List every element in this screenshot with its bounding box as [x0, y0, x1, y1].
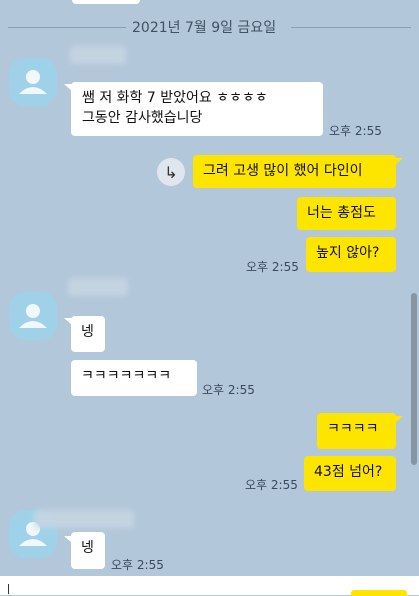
message-text: 43점 넘어? [314, 464, 383, 480]
sender-name [68, 278, 128, 296]
previous-message-bubble [72, 0, 140, 4]
avatar[interactable] [9, 58, 57, 106]
message-text: 넹 [81, 324, 94, 340]
input-cursor [8, 584, 9, 594]
reply-arrow-icon: ↳ [164, 162, 178, 182]
sender-name [70, 46, 126, 64]
message-time: 오후 2:55 [246, 260, 299, 274]
date-divider-line-right [291, 27, 411, 28]
message-time: 오후 2:55 [111, 558, 164, 572]
message-time: 오후 2:55 [245, 478, 298, 492]
message-text: 높지 않아? [316, 245, 380, 261]
bubble-tail [395, 416, 403, 423]
message-bubble[interactable]: 43점 넘어? [304, 456, 396, 491]
message-bubble[interactable]: ㅋㅋㅋㅋㅋㅋㅋ [71, 360, 197, 396]
message-text: ㅋㅋㅋㅋ [327, 421, 379, 437]
date-divider-line-left [8, 27, 126, 28]
message-bubble[interactable]: 넹 [71, 316, 105, 352]
message-text: 넹 [81, 540, 94, 556]
sender-name [34, 510, 134, 528]
avatar[interactable] [9, 292, 57, 340]
message-text: 너는 총점도 [307, 205, 376, 221]
scrollbar-thumb[interactable] [411, 293, 417, 465]
message-bubble[interactable]: 쌤 저 화학 7 받았어요 ㅎㅎㅎㅎ 그동안 감사했습니당 [71, 82, 323, 136]
date-divider: 2021년 7월 9일 금요일 [132, 20, 277, 36]
reply-button[interactable]: ↳ [157, 158, 185, 186]
person-icon [19, 304, 47, 328]
message-text-line2: 그동안 감사했습니당 [82, 110, 203, 126]
message-bubble[interactable]: 넹 [71, 532, 105, 569]
message-bubble[interactable]: 높지 않아? [306, 237, 396, 272]
person-icon [19, 70, 47, 94]
message-time: 오후 2:55 [202, 383, 255, 397]
message-text: ㅋㅋㅋㅋㅋㅋㅋ [81, 368, 172, 384]
message-text: 그려 고생 많이 했어 다인이 [203, 163, 363, 179]
message-bubble[interactable]: 그려 고생 많이 했어 다인이 [193, 155, 396, 188]
message-time: 오후 2:55 [329, 124, 382, 138]
send-button[interactable] [351, 590, 407, 596]
bubble-tail [395, 158, 403, 165]
message-bubble[interactable]: ㅋㅋㅋㅋ [317, 413, 396, 449]
message-bubble[interactable]: 너는 총점도 [297, 197, 396, 230]
message-text-line1: 쌤 저 화학 7 받았어요 ㅎㅎㅎㅎ [82, 90, 268, 106]
